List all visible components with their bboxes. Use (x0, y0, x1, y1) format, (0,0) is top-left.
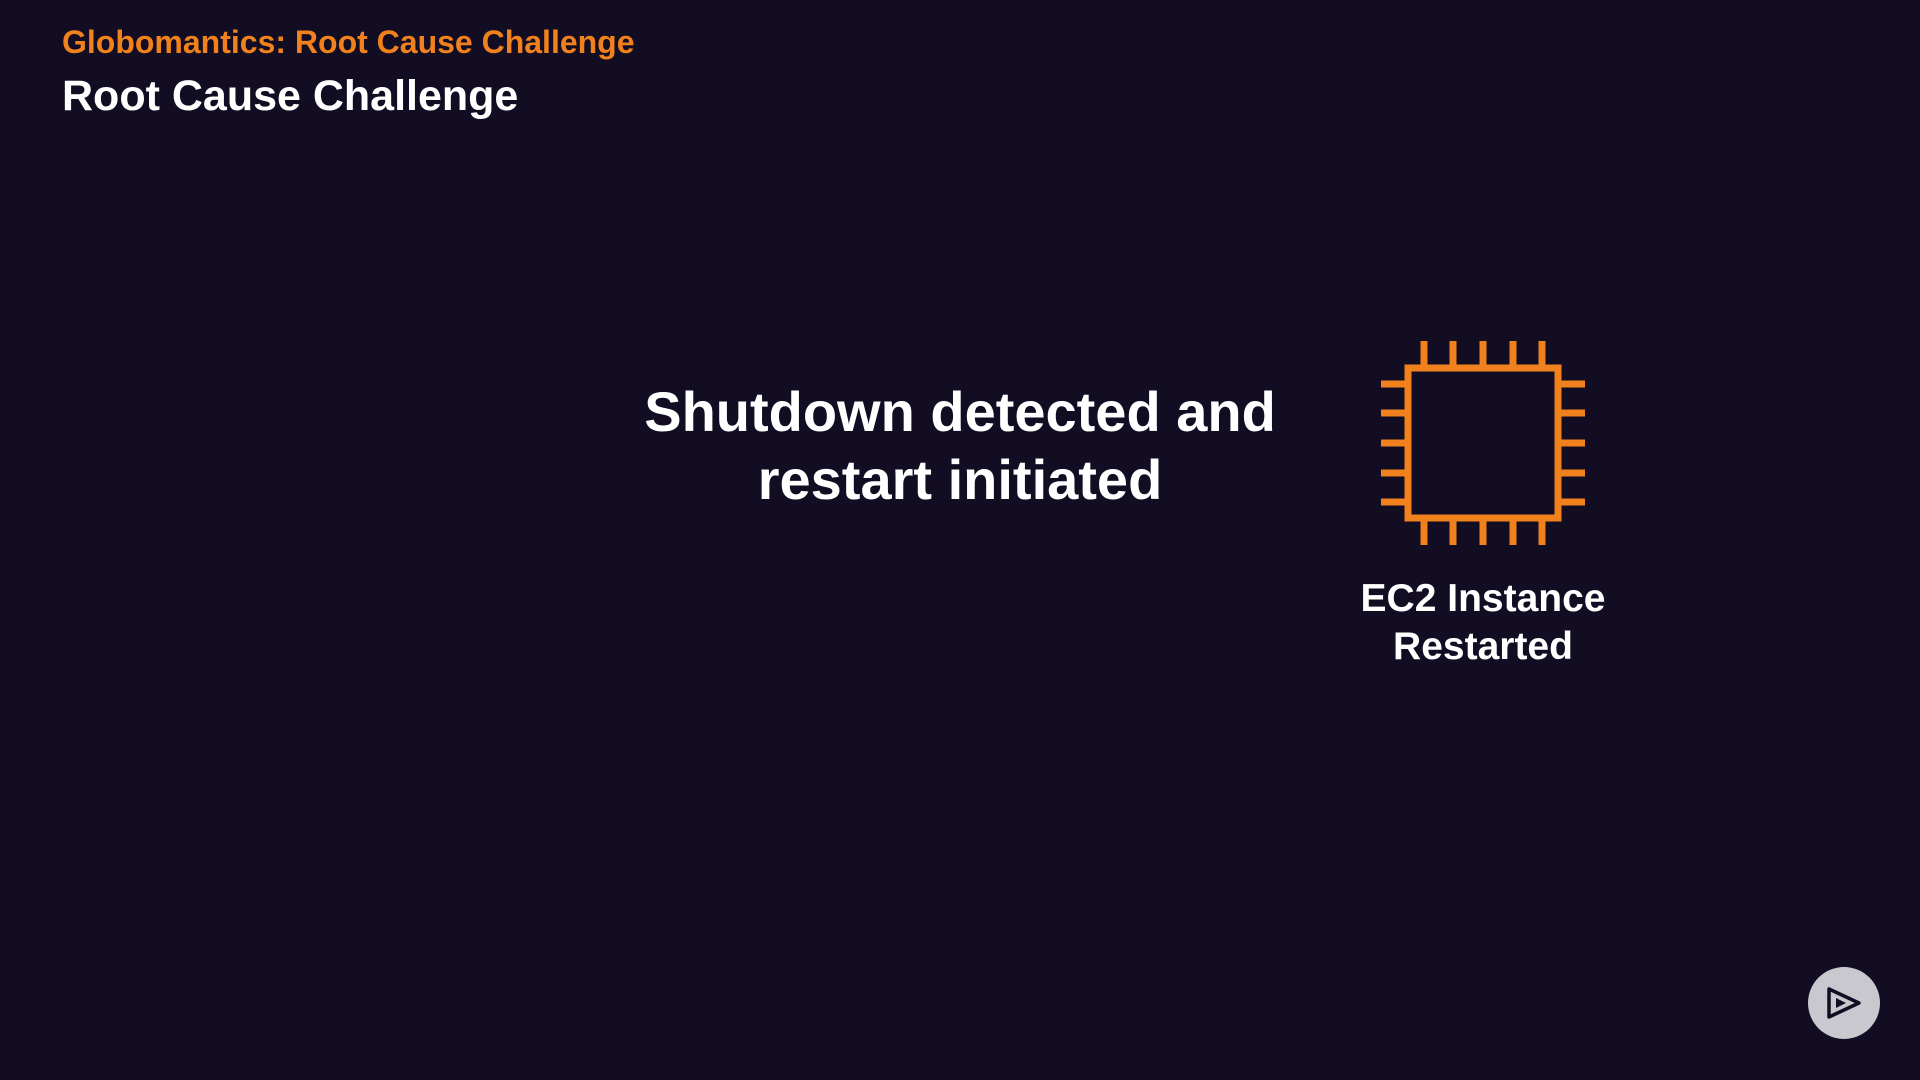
slide-header: Globomantics: Root Cause Challenge Root … (62, 22, 635, 122)
play-button[interactable] (1808, 967, 1880, 1039)
ec2-instance-label: EC2 Instance Restarted (1318, 575, 1648, 671)
status-message-line-2: restart initiated (757, 448, 1163, 511)
ec2-instance-group: EC2 Instance Restarted (1318, 338, 1648, 671)
status-message-line-1: Shutdown detected and (644, 380, 1276, 443)
ec2-label-line-1: EC2 Instance (1360, 577, 1606, 620)
ec2-chip-icon (1381, 341, 1585, 545)
course-title: Globomantics: Root Cause Challenge (62, 24, 635, 60)
ec2-label-line-2: Restarted (1393, 625, 1573, 668)
play-icon (1827, 987, 1861, 1019)
slide-title: Root Cause Challenge (62, 72, 519, 120)
slide: Globomantics: Root Cause Challenge Root … (0, 0, 1920, 1080)
status-message: Shutdown detected and restart initiated (560, 378, 1360, 514)
